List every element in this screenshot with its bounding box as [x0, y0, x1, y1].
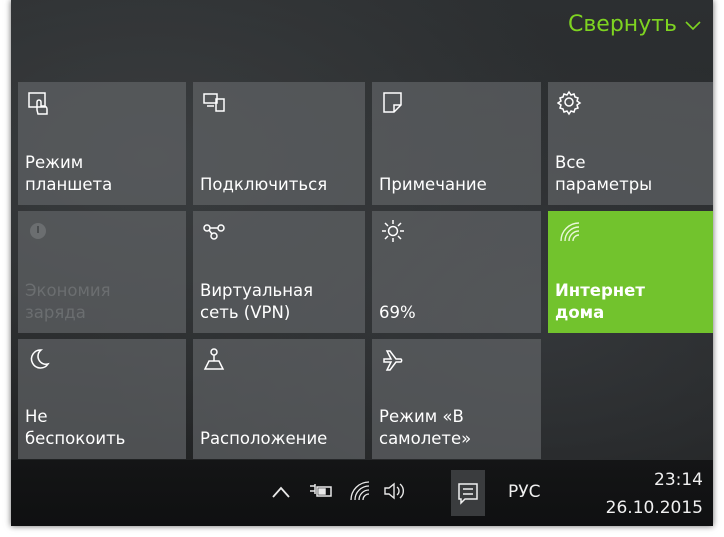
- tile-vpn[interactable]: Виртуальная сеть (VPN): [193, 211, 365, 333]
- tile-label: Расположение: [200, 429, 328, 448]
- show-hidden-icons-chevron-up-icon[interactable]: [271, 484, 291, 503]
- tile-label: Не беспокоить: [25, 407, 126, 448]
- clock[interactable]: 23:14 26.10.2015: [606, 466, 703, 522]
- tile-label: Режим планшета: [25, 153, 113, 194]
- tile-airplane-mode[interactable]: Режим «В самолете»: [372, 339, 541, 459]
- tile-tablet-mode[interactable]: Режим планшета: [18, 82, 186, 205]
- vpn-icon: [202, 219, 228, 245]
- clock-time: 23:14: [654, 470, 703, 490]
- tile-location[interactable]: Расположение: [193, 339, 365, 459]
- volume-icon[interactable]: [383, 481, 407, 505]
- tile-label: Примечание: [379, 175, 487, 194]
- tile-battery-saver[interactable]: Экономия заряда: [18, 211, 186, 333]
- location-icon: [202, 347, 228, 373]
- battery-saver-icon: [27, 219, 53, 245]
- tile-label: Интернет дома: [555, 281, 645, 322]
- brightness-icon: [381, 219, 407, 245]
- tile-brightness[interactable]: 69%: [372, 211, 541, 333]
- tile-label: 69%: [379, 303, 416, 322]
- taskbar: РУС 23:14 26.10.2015: [11, 460, 713, 526]
- collapse-label: Свернуть: [567, 12, 677, 37]
- collapse-button[interactable]: Свернуть: [568, 12, 701, 37]
- clock-date: 26.10.2015: [605, 498, 703, 518]
- gear-icon: [556, 90, 583, 116]
- wifi-icon: [557, 219, 583, 245]
- tile-note[interactable]: Примечание: [372, 82, 541, 205]
- tile-label: Подключиться: [200, 175, 328, 194]
- tile-all-settings[interactable]: Все параметры: [548, 82, 713, 205]
- tile-connect[interactable]: Подключиться: [193, 82, 365, 205]
- tile-wifi-network[interactable]: Интернет дома: [548, 211, 713, 333]
- wifi-tray-icon[interactable]: [349, 480, 371, 506]
- connect-icon: [202, 90, 228, 116]
- airplane-icon: [381, 347, 407, 373]
- battery-plug-icon[interactable]: [308, 482, 334, 504]
- input-language-indicator[interactable]: РУС: [508, 482, 540, 502]
- tile-quiet-hours[interactable]: Не беспокоить: [18, 339, 186, 459]
- moon-icon: [27, 347, 53, 373]
- note-icon: [381, 90, 407, 116]
- tile-label: Виртуальная сеть (VPN): [200, 281, 314, 322]
- tile-label: Все параметры: [555, 153, 653, 194]
- tablet-mode-icon: [27, 90, 53, 116]
- action-center-panel: Свернуть Режим планшета Подключиться При…: [11, 0, 713, 526]
- action-center-button[interactable]: [451, 470, 485, 516]
- chevron-down-icon: [685, 16, 701, 35]
- tile-label: Экономия заряда: [25, 281, 111, 322]
- tile-label: Режим «В самолете»: [379, 407, 472, 448]
